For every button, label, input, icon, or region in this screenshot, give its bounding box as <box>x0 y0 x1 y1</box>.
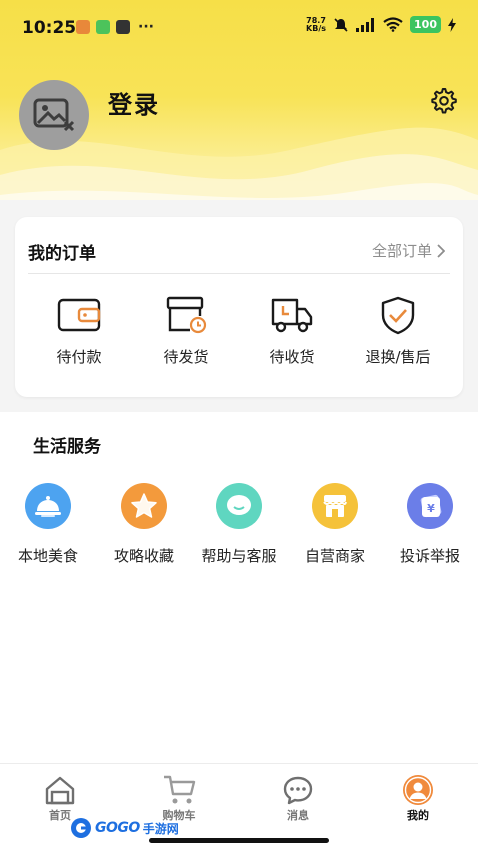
mute-icon <box>334 17 348 32</box>
signal-icon <box>356 17 375 32</box>
service-local-food[interactable]: 本地美食 <box>0 483 96 566</box>
gear-icon <box>431 88 457 114</box>
chat-bubble-icon <box>216 483 262 529</box>
store-icon <box>312 483 358 529</box>
my-orders-title: 我的订单 <box>28 244 96 264</box>
wallet-icon <box>57 295 101 335</box>
service-help-support[interactable]: 帮助与客服 <box>191 483 287 566</box>
star-icon <box>121 483 167 529</box>
image-placeholder-icon <box>33 98 75 132</box>
svg-text:¥: ¥ <box>427 502 435 515</box>
avatar[interactable] <box>19 80 89 150</box>
order-pending-payment[interactable]: 待付款 <box>29 295 129 367</box>
order-pending-shipment[interactable]: 待发货 <box>136 295 236 367</box>
status-time: 10:25 <box>22 18 77 38</box>
status-bar: 10:25 ··· 78.7 KB/s 100 <box>0 0 478 58</box>
tab-messages[interactable]: 消息 <box>258 774 338 823</box>
home-icon <box>43 774 77 806</box>
wifi-icon <box>383 17 403 32</box>
settings-button[interactable] <box>430 87 458 115</box>
cart-icon <box>162 774 196 806</box>
tab-cart[interactable]: 购物车 <box>139 774 219 823</box>
wechat-icon <box>96 20 110 34</box>
service-complaint-report[interactable]: ¥ 投诉举报 <box>382 483 478 566</box>
more-notifications-icon: ··· <box>138 19 154 35</box>
life-services-title: 生活服务 <box>33 437 101 457</box>
status-right-group: 78.7 KB/s 100 <box>306 16 456 33</box>
divider <box>28 273 450 274</box>
watermark-logo: GOGO 手游网 <box>70 817 179 839</box>
tab-mine[interactable]: 我的 <box>378 774 458 823</box>
service-guide-favorites[interactable]: 攻略收藏 <box>96 483 192 566</box>
food-cloche-icon <box>25 483 71 529</box>
charging-icon <box>448 17 456 32</box>
tab-home[interactable]: 首页 <box>20 774 100 823</box>
order-pending-receipt[interactable]: 待收货 <box>242 295 342 367</box>
notification-app-icon <box>76 20 90 34</box>
status-app-icons: ··· <box>76 20 154 34</box>
truck-icon <box>270 295 314 335</box>
view-all-orders-link[interactable]: 全部订单 <box>372 240 445 261</box>
gogo-logo-icon <box>71 818 91 838</box>
chevron-right-icon <box>437 243 445 258</box>
home-indicator <box>149 838 329 843</box>
order-returns-aftersales[interactable]: 退换/售后 <box>348 295 448 367</box>
notification-app-icon <box>116 20 130 34</box>
service-self-operated-merchants[interactable]: 自营商家 <box>287 483 383 566</box>
user-icon <box>401 774 435 806</box>
package-clock-icon <box>164 295 208 335</box>
my-orders-card: 我的订单 全部订单 待付款 待发货 待收货 退换/售后 <box>15 217 463 397</box>
message-icon <box>281 774 315 806</box>
battery-indicator: 100 <box>410 16 441 33</box>
yuan-card-icon: ¥ <box>407 483 453 529</box>
login-link[interactable]: 登录 <box>108 85 160 120</box>
shield-check-icon <box>376 295 420 335</box>
network-speed: 78.7 KB/s <box>306 15 327 33</box>
